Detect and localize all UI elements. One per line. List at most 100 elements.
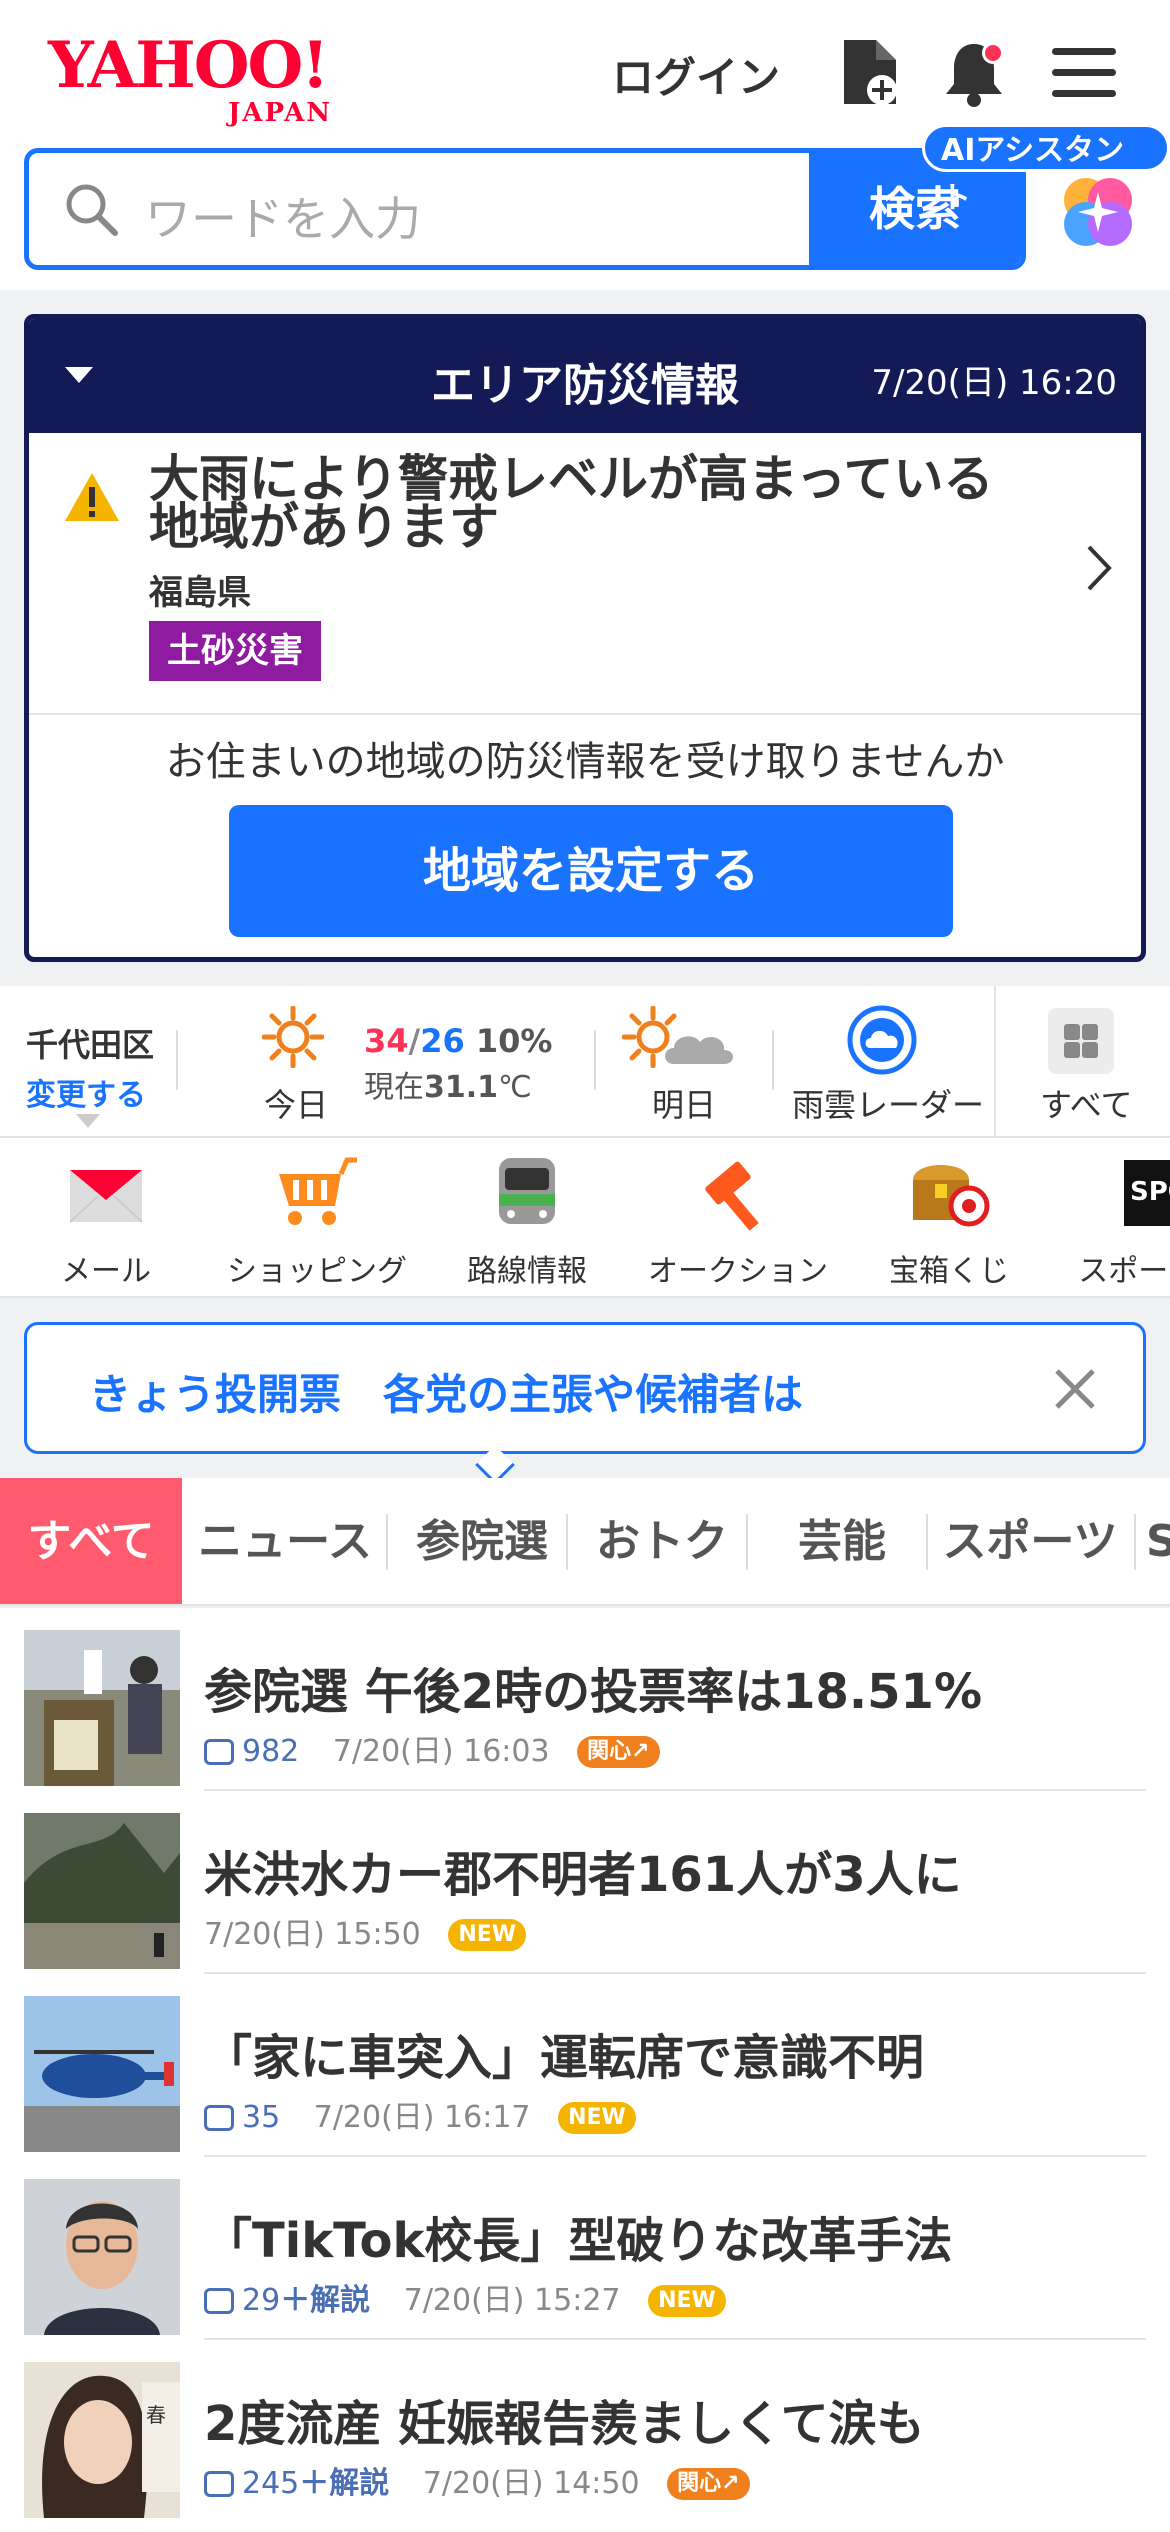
set-region-button[interactable]: 地域を設定する (229, 805, 953, 937)
tab-entertainment[interactable]: 芸能 (758, 1478, 926, 1604)
svg-text:SPO: SPO (1130, 1177, 1170, 1207)
search-icon (66, 184, 118, 236)
news-item[interactable]: 春 2度流産 妊娠報告羨ましくて涙も 245＋解説 7/20(日) 14:50 … (24, 2340, 1146, 2523)
news-item[interactable]: 「家に車突入」運転席で意識不明 35 7/20(日) 16:17 NEW (24, 1974, 1146, 2157)
alert-category-tag: 土砂災害 (149, 621, 321, 681)
new-badge: NEW (648, 2285, 726, 2317)
banner-text[interactable]: きょう投開票 各党の主張や候補者は (89, 1361, 803, 1422)
news-item[interactable]: 参院選 午後2時の投票率は18.51% 982 7/20(日) 16:03 関心… (24, 1608, 1146, 1791)
news-time: 7/20(日) 16:17 (313, 2100, 531, 2135)
notification-dot (982, 42, 1004, 64)
login-link[interactable]: ログイン (612, 44, 780, 105)
news-tabs: すべて ニュース 参院選 おトク 芸能 スポーツ S (0, 1478, 1170, 1606)
news-title: 「TikTok校長」型破りな改革手法 (204, 2213, 953, 2269)
news-time: 7/20(日) 16:03 (332, 1734, 550, 1769)
treasure-icon (913, 1165, 990, 1227)
news-meta: 245＋解説 7/20(日) 14:50 関心↗ (204, 2458, 750, 2502)
search-bar: ワードを入力 検索 (24, 148, 1026, 270)
gavel-icon (705, 1161, 759, 1231)
tab-all[interactable]: すべて (0, 1478, 182, 1604)
news-item[interactable]: 米洪水カー郡不明者161人が3人に 7/20(日) 15:50 NEW (24, 1791, 1146, 1974)
service-label: スポーツ (1078, 1254, 1170, 1289)
tab-deals[interactable]: おトク (578, 1478, 746, 1604)
service-sports[interactable]: SPO スポーツ (1068, 1154, 1170, 1290)
news-meta: 35 7/20(日) 16:17 NEW (204, 2092, 636, 2136)
news-title: 2度流産 妊娠報告羨ましくて涙も (204, 2396, 925, 2452)
disaster-datetime: 7/20(日) 16:20 (871, 363, 1117, 403)
interest-badge: 関心↗ (667, 2468, 750, 2500)
sports-icon: SPO (1124, 1160, 1170, 1226)
location-city: 千代田区 (26, 1026, 155, 1064)
close-icon[interactable] (1051, 1365, 1099, 1413)
news-time: 7/20(日) 15:50 (204, 1917, 421, 1952)
news-thumbnail (24, 1996, 180, 2152)
bell-icon[interactable] (942, 38, 1006, 108)
warning-icon (65, 473, 119, 521)
news-title: 「家に車突入」運転席で意識不明 (204, 2030, 925, 2086)
explain-label: ＋解説 (299, 2466, 390, 2501)
tab-news[interactable]: ニュース (196, 1478, 374, 1604)
news-meta: 7/20(日) 15:50 NEW (204, 1909, 527, 1953)
news-meta: 982 7/20(日) 16:03 関心↗ (204, 1726, 660, 1770)
now-unit: ℃ (498, 1070, 532, 1105)
radar-icon (847, 1005, 917, 1075)
now-temp: 31.1 (424, 1070, 499, 1105)
yahoo-japan-logo[interactable]: YAHOO! JAPAN (48, 30, 368, 129)
disaster-prompt: お住まいの地域の防災情報を受け取りませんか (165, 739, 1005, 785)
election-banner[interactable]: きょう投開票 各党の主張や候補者は (24, 1322, 1146, 1485)
chevron-right-icon (1087, 545, 1112, 591)
cart-icon (279, 1157, 357, 1225)
comment-count: 29 (242, 2283, 281, 2318)
change-location-link[interactable]: 変更する (26, 1070, 154, 1114)
service-label: メール (61, 1254, 151, 1289)
explain-label: ＋解説 (280, 2283, 371, 2318)
news-list: 参院選 午後2時の投票率は18.51% 982 7/20(日) 16:03 関心… (0, 1608, 1170, 2532)
comment-icon (204, 1739, 234, 1765)
header: YAHOO! JAPAN ログイン ワードを入力 検索 AIアシスタント (0, 0, 1170, 290)
service-label: 路線情報 (467, 1254, 587, 1289)
news-time: 7/20(日) 15:27 (403, 2283, 621, 2318)
weather-location[interactable]: 千代田区 変更する (26, 1020, 154, 1114)
news-thumbnail: 春 (24, 2362, 180, 2518)
weather-bar: 千代田区 変更する 今日 34/26 10% 現在31.1℃ 明日 雨雲レーダー… (0, 986, 1170, 1138)
hamburger-menu-icon[interactable] (1052, 48, 1116, 104)
add-document-icon[interactable] (838, 38, 902, 108)
precip-chance: 10% (475, 1022, 553, 1060)
news-thumbnail (24, 1813, 180, 1969)
services-row: メール ショッピング 路線情報 オークション 宝箱くじ SP スポー (0, 1138, 1170, 1298)
tab-election[interactable]: 参院選 (398, 1478, 566, 1604)
service-auction[interactable]: オークション (646, 1154, 830, 1290)
news-time: 7/20(日) 14:50 (422, 2466, 640, 2501)
comment-icon (204, 2288, 234, 2314)
comment-count: 35 (242, 2100, 281, 2135)
logo-subtext: JAPAN (228, 98, 333, 128)
tab-sports[interactable]: スポーツ (940, 1478, 1120, 1604)
sun-icon (262, 1006, 324, 1068)
train-icon (499, 1158, 555, 1224)
service-shopping[interactable]: ショッピング (222, 1154, 412, 1290)
service-transit[interactable]: 路線情報 (462, 1154, 592, 1290)
ai-assistant-icon[interactable] (1056, 170, 1140, 254)
svg-text:春: 春 (146, 2403, 166, 2427)
ai-assistant-badge[interactable]: AIアシスタント (922, 124, 1170, 216)
sun-cloud-icon (622, 1006, 733, 1068)
temp-high: 34 (364, 1022, 409, 1060)
new-badge: NEW (558, 2102, 636, 2134)
service-treasure[interactable]: 宝箱くじ (884, 1154, 1014, 1290)
news-meta: 29＋解説 7/20(日) 15:27 NEW (204, 2275, 726, 2319)
news-thumbnail (24, 2179, 180, 2335)
tab-more[interactable]: S (1146, 1478, 1170, 1604)
comment-count: 982 (242, 1734, 300, 1769)
comment-icon (204, 2471, 234, 2497)
service-label: ショッピング (227, 1254, 407, 1289)
service-label: 宝箱くじ (889, 1254, 1009, 1289)
search-placeholder: ワードを入力 (145, 192, 421, 246)
disaster-header[interactable]: エリア防災情報 7/20(日) 16:20 (29, 319, 1141, 433)
news-item[interactable]: 「TikTok校長」型破りな改革手法 29＋解説 7/20(日) 15:27 N… (24, 2157, 1146, 2340)
news-thumbnail (24, 1630, 180, 1786)
today-label: 今日 (264, 1086, 329, 1124)
service-mail[interactable]: メール (56, 1154, 156, 1290)
search-input[interactable]: ワードを入力 (29, 153, 809, 265)
new-badge: NEW (448, 1919, 527, 1951)
disaster-alert[interactable]: 大雨により警戒レベルが高まっている地域があります 福島県 土砂災害 (29, 433, 1141, 715)
